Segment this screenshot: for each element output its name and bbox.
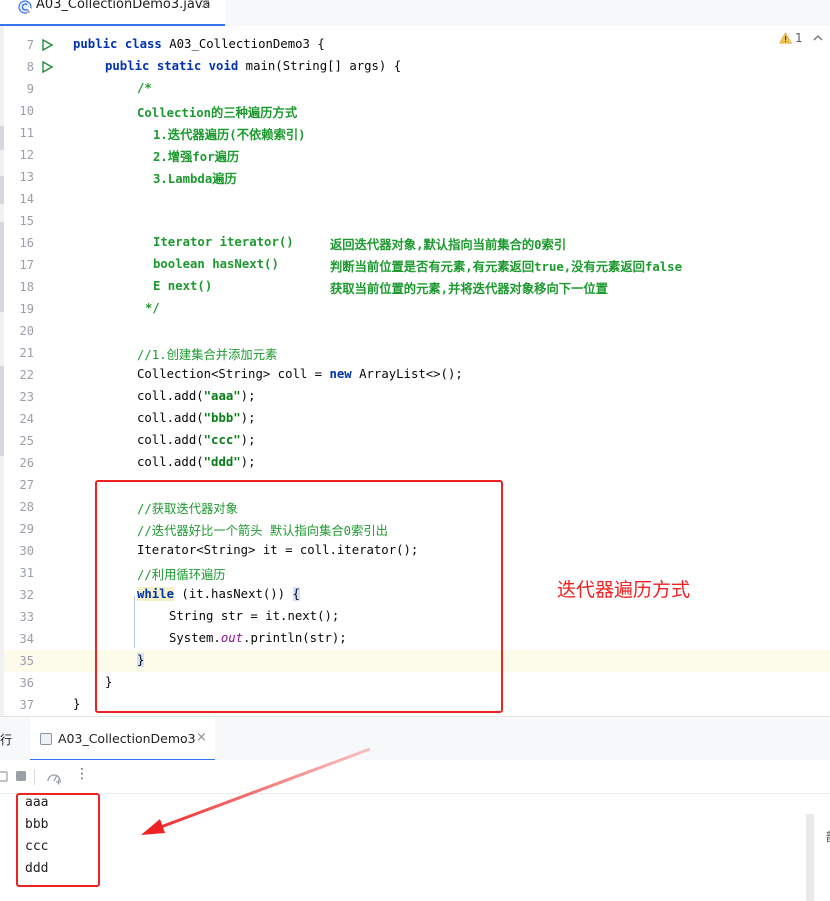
code-line: 7 public class A03_CollectionDemo3 { — [0, 34, 830, 56]
code-line: 8 public static void main(String[] args)… — [0, 56, 830, 78]
line-number: 22 — [19, 368, 34, 382]
code-text: public class A03_CollectionDemo3 { — [73, 37, 325, 51]
line-number: 12 — [19, 148, 34, 162]
line-number: 33 — [19, 610, 34, 624]
code-line: 18 E next() 获取当前位置的元素,并将迭代器对象移向下一位置 — [0, 276, 830, 298]
close-icon[interactable]: × — [196, 730, 207, 745]
run-panel-header: 行 A03_CollectionDemo3 × — [0, 716, 830, 761]
code-text: coll.add("aaa"); — [137, 389, 256, 403]
editor-tab-bar: A03_CollectionDemo3.java × — [0, 0, 830, 26]
line-number: 32 — [19, 588, 34, 602]
code-line: 9 /* — [0, 78, 830, 100]
code-line: 19 */ — [0, 298, 830, 320]
close-icon[interactable]: × — [200, 0, 211, 12]
code-text: Iterator iterator() — [153, 235, 294, 249]
line-number: 28 — [19, 500, 34, 514]
line-number: 23 — [19, 390, 34, 404]
line-number: 19 — [19, 302, 34, 316]
more-options-icon[interactable]: ⋮ — [75, 766, 89, 782]
line-number: 13 — [19, 170, 34, 184]
line-number: 37 — [19, 698, 34, 712]
code-line: 13 3.Lambda遍历 — [0, 166, 830, 188]
line-number: 10 — [19, 104, 34, 118]
line-number: 30 — [19, 544, 34, 558]
run-tab-a03-collectiondemo3[interactable]: A03_CollectionDemo3 × — [30, 717, 215, 761]
run-panel-title: 行 — [0, 733, 13, 747]
code-comment-desc: 返回迭代器对象,默认指向当前集合的0索引 — [330, 238, 567, 252]
line-number: 16 — [19, 236, 34, 250]
code-line: 21 //1.创建集合并添加元素 — [0, 342, 830, 364]
code-text: Collection<String> coll = new ArrayList<… — [137, 367, 463, 381]
line-number: 29 — [19, 522, 34, 536]
line-number: 27 — [19, 478, 34, 492]
run-config-icon — [40, 733, 52, 745]
code-line: 22 Collection<String> coll = new ArrayLi… — [0, 364, 830, 386]
code-text: public static void main(String[] args) { — [105, 59, 402, 73]
line-number: 18 — [19, 280, 34, 294]
code-line: 24 coll.add("bbb"); — [0, 408, 830, 430]
console-output[interactable]: aaa bbb ccc ddd 韶 — [0, 794, 830, 901]
line-number: 7 — [26, 38, 34, 52]
code-line: 17 boolean hasNext() 判断当前位置是否有元素,有元素返回tr… — [0, 254, 830, 276]
rerun-icon[interactable] — [0, 769, 10, 783]
annotation-highlight-box — [95, 480, 503, 713]
code-line: 14 — [0, 188, 830, 210]
java-class-icon — [18, 0, 32, 14]
code-line: 11 1.迭代器遍历(不依赖索引) — [0, 122, 830, 144]
code-text: 2.增强for遍历 — [153, 150, 240, 164]
code-line: 23 coll.add("aaa"); — [0, 386, 830, 408]
code-line: 15 — [0, 210, 830, 232]
line-number: 17 — [19, 258, 34, 272]
line-number: 14 — [19, 192, 34, 206]
code-line: 25 coll.add("ccc"); — [0, 430, 830, 452]
code-text: } — [73, 697, 81, 711]
line-number: 26 — [19, 456, 34, 470]
code-text: coll.add("bbb"); — [137, 411, 256, 425]
run-gutter-icon[interactable] — [40, 38, 54, 52]
code-line: 16 Iterator iterator() 返回迭代器对象,默认指向当前集合的… — [0, 232, 830, 254]
code-text: 1.迭代器遍历(不依赖索引) — [153, 128, 306, 142]
code-line: 26 coll.add("ddd"); — [0, 452, 830, 474]
line-number: 31 — [19, 566, 34, 580]
code-line: 12 2.增强for遍历 — [0, 144, 830, 166]
code-comment-desc: 获取当前位置的元素,并将迭代器对象移向下一位置 — [330, 282, 608, 296]
line-number: 8 — [26, 60, 34, 74]
side-panel-edge-text: 韶 — [826, 828, 830, 845]
code-text: /* — [137, 81, 152, 95]
console-scrollbar[interactable] — [806, 814, 814, 901]
annotation-output-box — [16, 793, 100, 887]
code-text: E next() — [153, 279, 213, 293]
code-line: 20 — [0, 320, 830, 342]
code-comment-desc: 判断当前位置是否有元素,有元素返回true,没有元素返回false — [330, 260, 682, 274]
code-text: */ — [145, 301, 160, 315]
run-toolbar: ⋮ — [0, 760, 830, 794]
line-number: 25 — [19, 434, 34, 448]
annotation-label: 迭代器遍历方式 — [557, 579, 691, 601]
editor-tab-a03-collectiondemo3[interactable]: A03_CollectionDemo3.java × — [0, 0, 225, 26]
line-number: 35 — [19, 654, 34, 668]
snapshot-icon[interactable] — [46, 769, 62, 785]
line-number: 11 — [19, 126, 34, 140]
line-number: 34 — [19, 632, 34, 646]
line-number: 15 — [19, 214, 34, 228]
code-text: Collection的三种遍历方式 — [137, 106, 298, 120]
line-number: 36 — [19, 676, 34, 690]
code-text: //1.创建集合并添加元素 — [137, 348, 278, 362]
run-tab-label: A03_CollectionDemo3 — [58, 731, 196, 746]
code-text: 3.Lambda遍历 — [153, 172, 237, 186]
line-number: 20 — [19, 324, 34, 338]
stop-icon[interactable] — [14, 769, 28, 783]
line-number: 9 — [26, 82, 34, 96]
code-line: 10 Collection的三种遍历方式 — [0, 100, 830, 122]
code-text: coll.add("ccc"); — [137, 433, 256, 447]
line-number: 24 — [19, 412, 34, 426]
run-gutter-icon[interactable] — [40, 60, 54, 74]
toolbar-separator — [34, 769, 35, 785]
line-number: 21 — [19, 346, 34, 360]
editor-tab-label: A03_CollectionDemo3.java — [36, 0, 211, 12]
code-text: coll.add("ddd"); — [137, 455, 256, 469]
code-text: boolean hasNext() — [153, 257, 279, 271]
